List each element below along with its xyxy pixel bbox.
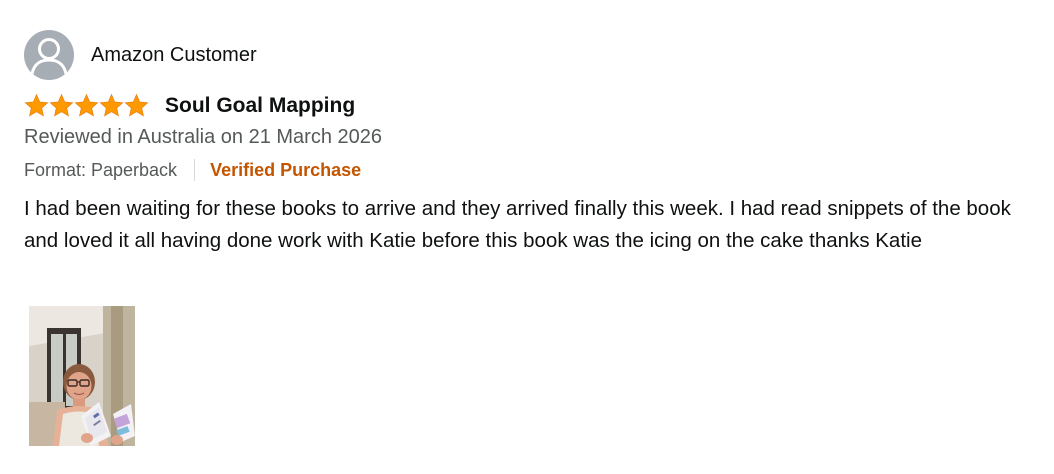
reviewer-name[interactable]: Amazon Customer xyxy=(91,45,257,65)
format-label[interactable]: Format: Paperback xyxy=(24,161,177,179)
star-rating[interactable] xyxy=(24,92,149,118)
review-header: Soul Goal Mapping xyxy=(24,90,355,120)
review-image-thumbnail[interactable] xyxy=(29,306,135,446)
star-icon xyxy=(24,93,49,117)
person-icon xyxy=(30,38,68,76)
avatar[interactable] xyxy=(24,30,74,80)
verified-purchase-badge: Verified Purchase xyxy=(210,160,362,180)
review-meta: Format: Paperback Verified Purchase xyxy=(24,157,361,183)
customer-photo xyxy=(29,306,135,446)
review-text: I had been waiting for these books to ar… xyxy=(24,197,1011,252)
customer-review: Amazon Customer Soul Goal Mapping Review… xyxy=(0,0,1054,474)
star-icon xyxy=(99,93,124,117)
review-date: Reviewed in Australia on 21 March 2026 xyxy=(24,126,382,148)
star-icon xyxy=(124,93,149,117)
reviewer-profile[interactable]: Amazon Customer xyxy=(24,30,257,80)
meta-divider xyxy=(194,159,196,181)
review-title[interactable]: Soul Goal Mapping xyxy=(165,95,355,116)
star-icon xyxy=(49,93,74,117)
star-icon xyxy=(74,93,99,117)
